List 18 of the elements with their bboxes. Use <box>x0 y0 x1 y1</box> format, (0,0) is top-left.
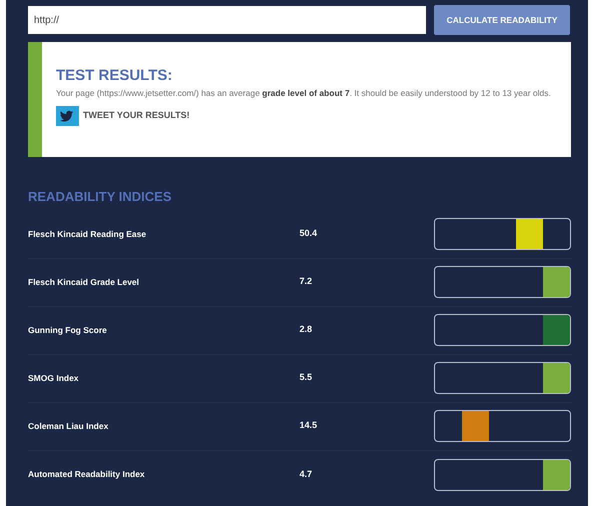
url-field[interactable]: http:// <box>28 6 426 34</box>
index-value: 2.8 <box>299 323 313 336</box>
index-name: Automated Readability Index <box>28 468 146 481</box>
index-name: Gunning Fog Score <box>28 324 108 336</box>
results-text: Your page (https://www.jetsetter.com/) has an average grade level of about 7. It should be easily understood by 12 to 13 year olds. <box>56 86 552 100</box>
index-name: SMOG Index <box>28 372 80 384</box>
index-name: Flesch Kincaid Reading Ease <box>28 228 148 240</box>
section-title: READABILITY INDICES <box>28 188 172 206</box>
index-value: 7.2 <box>299 275 313 288</box>
index-value: 14.5 <box>299 419 318 432</box>
bird-icon <box>56 106 79 126</box>
index-name: Coleman Liau Index <box>28 420 110 432</box>
index-value: 5.5 <box>299 371 313 384</box>
index-value: 4.7 <box>299 468 313 481</box>
results-title: TEST RESULTS: <box>56 68 174 84</box>
index-value: 50.4 <box>299 227 318 240</box>
tweet-button[interactable]: TWEET YOUR RESULTS! <box>56 106 190 126</box>
index-name: Flesch Kincaid Grade Level <box>28 276 140 288</box>
